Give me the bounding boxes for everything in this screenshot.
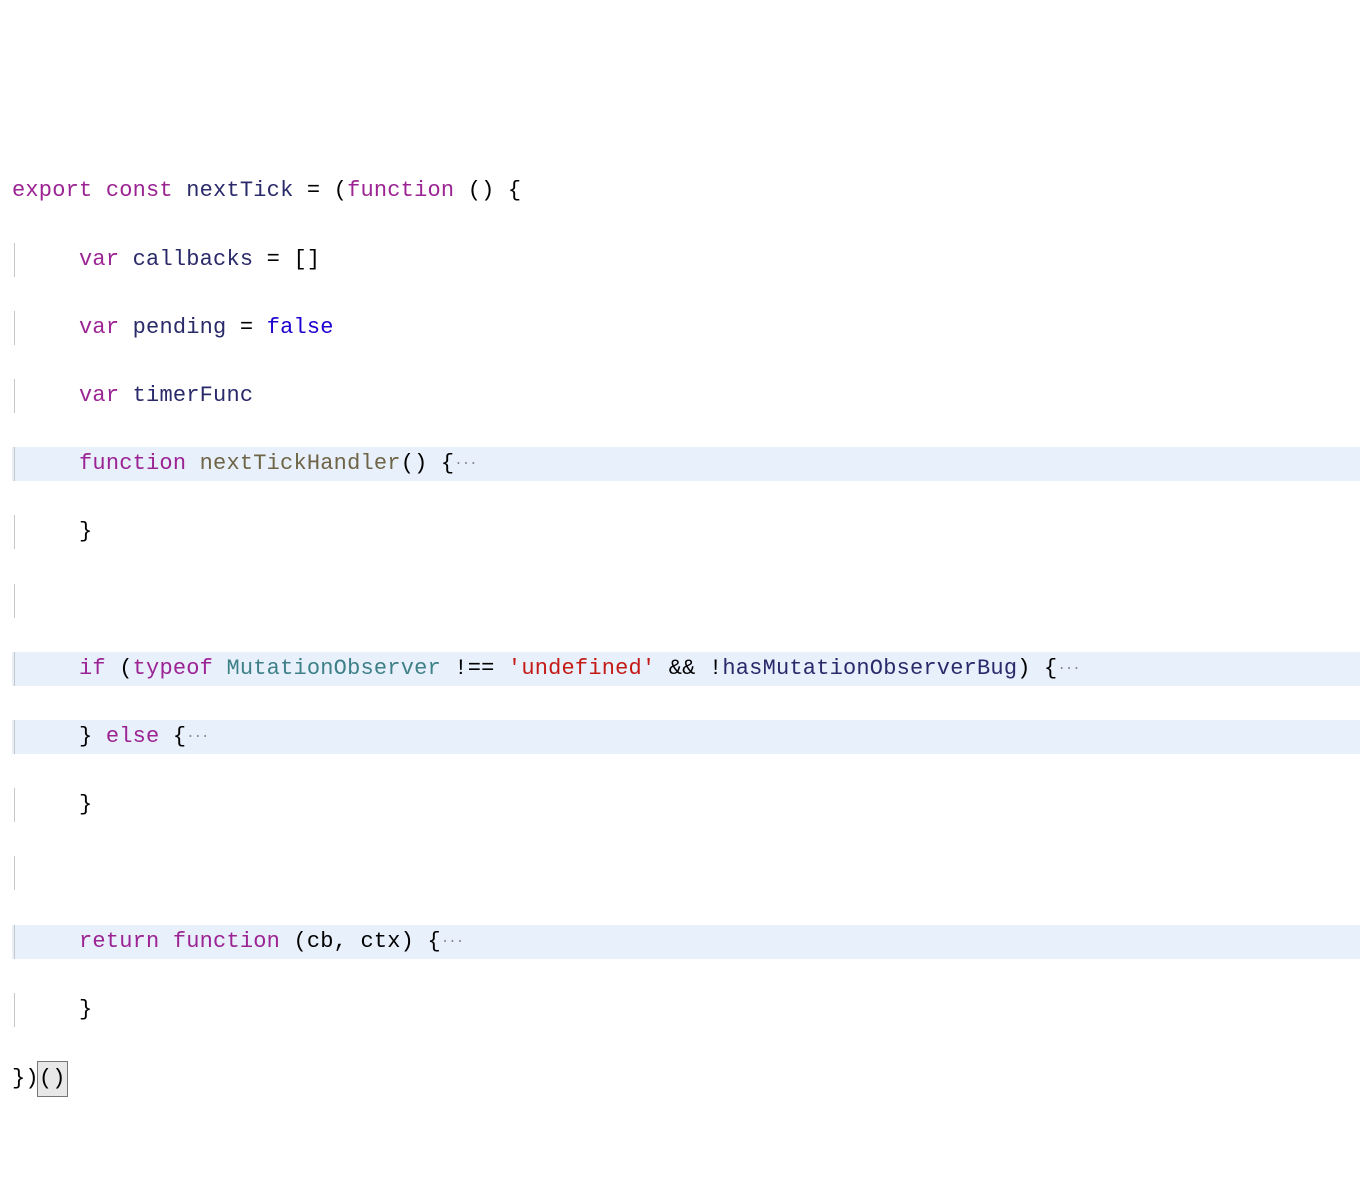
keyword-var: var: [79, 383, 119, 408]
code-line[interactable]: var timerFunc: [12, 379, 1360, 413]
keyword-var: var: [79, 315, 119, 340]
code-line[interactable]: })(): [12, 1061, 1360, 1097]
punct: {: [159, 724, 186, 749]
identifier: hasMutationObserverBug: [722, 656, 1017, 681]
fold-indicator-icon[interactable]: ···: [441, 934, 463, 950]
keyword-var: var: [79, 247, 119, 272]
code-line[interactable]: }: [12, 993, 1360, 1027]
code-line-folded[interactable]: } else {···: [12, 720, 1360, 754]
punct: () {: [454, 178, 521, 203]
code-line[interactable]: }: [12, 788, 1360, 822]
punct: = []: [253, 247, 320, 272]
indent-guide: [14, 515, 15, 549]
indent-guide: [14, 993, 15, 1027]
fold-indicator-icon[interactable]: ···: [454, 456, 476, 472]
space: [159, 929, 172, 954]
punct: }: [79, 519, 92, 544]
identifier: nextTick: [186, 178, 293, 203]
indent-guide: [14, 584, 15, 618]
code-line-blank[interactable]: [12, 856, 1360, 890]
punct: }: [79, 997, 92, 1022]
punct: =: [226, 315, 266, 340]
indent-guide: [14, 788, 15, 822]
fold-indicator-icon[interactable]: ···: [186, 729, 208, 745]
indent-guide: [14, 447, 15, 481]
function-name: nextTickHandler: [200, 451, 401, 476]
code-line-folded[interactable]: function nextTickHandler() {···: [12, 447, 1360, 481]
code-line-folded[interactable]: if (typeof MutationObserver !== 'undefin…: [12, 652, 1360, 686]
cursor: (): [37, 1061, 68, 1097]
punct: ) {: [1017, 656, 1057, 681]
indent-guide: [14, 379, 15, 413]
punct: (: [106, 656, 133, 681]
code-line[interactable]: export const nextTick = (function () {: [12, 174, 1360, 208]
code-line[interactable]: var callbacks = []: [12, 243, 1360, 277]
punct: (cb, ctx) {: [280, 929, 441, 954]
operator: && !: [655, 656, 722, 681]
punct: }: [79, 792, 92, 817]
keyword-export: export: [12, 178, 92, 203]
keyword-const: const: [106, 178, 173, 203]
keyword-function: function: [347, 178, 454, 203]
punct: = (: [293, 178, 347, 203]
indent-guide: [14, 856, 15, 890]
literal-false: false: [267, 315, 334, 340]
keyword-typeof: typeof: [133, 656, 213, 681]
keyword-function: function: [173, 929, 280, 954]
code-line[interactable]: var pending = false: [12, 311, 1360, 345]
keyword-function: function: [79, 451, 186, 476]
code-line-folded[interactable]: return function (cb, ctx) {···: [12, 925, 1360, 959]
punct: }): [12, 1066, 39, 1091]
indent-guide: [14, 243, 15, 277]
operator: !==: [441, 656, 508, 681]
identifier: timerFunc: [133, 383, 254, 408]
keyword-return: return: [79, 929, 159, 954]
type-name: MutationObserver: [226, 656, 440, 681]
identifier: pending: [133, 315, 227, 340]
identifier: callbacks: [133, 247, 254, 272]
indent-guide: [14, 652, 15, 686]
punct: }: [79, 724, 106, 749]
indent-guide: [14, 311, 15, 345]
keyword-if: if: [79, 656, 106, 681]
indent-guide: [14, 720, 15, 754]
keyword-else: else: [106, 724, 160, 749]
code-editor[interactable]: export const nextTick = (function () { v…: [12, 140, 1360, 1131]
code-line-blank[interactable]: [12, 584, 1360, 618]
string-literal: 'undefined': [508, 656, 655, 681]
code-line[interactable]: }: [12, 515, 1360, 549]
indent-guide: [14, 925, 15, 959]
fold-indicator-icon[interactable]: ···: [1057, 661, 1079, 677]
punct: () {: [401, 451, 455, 476]
